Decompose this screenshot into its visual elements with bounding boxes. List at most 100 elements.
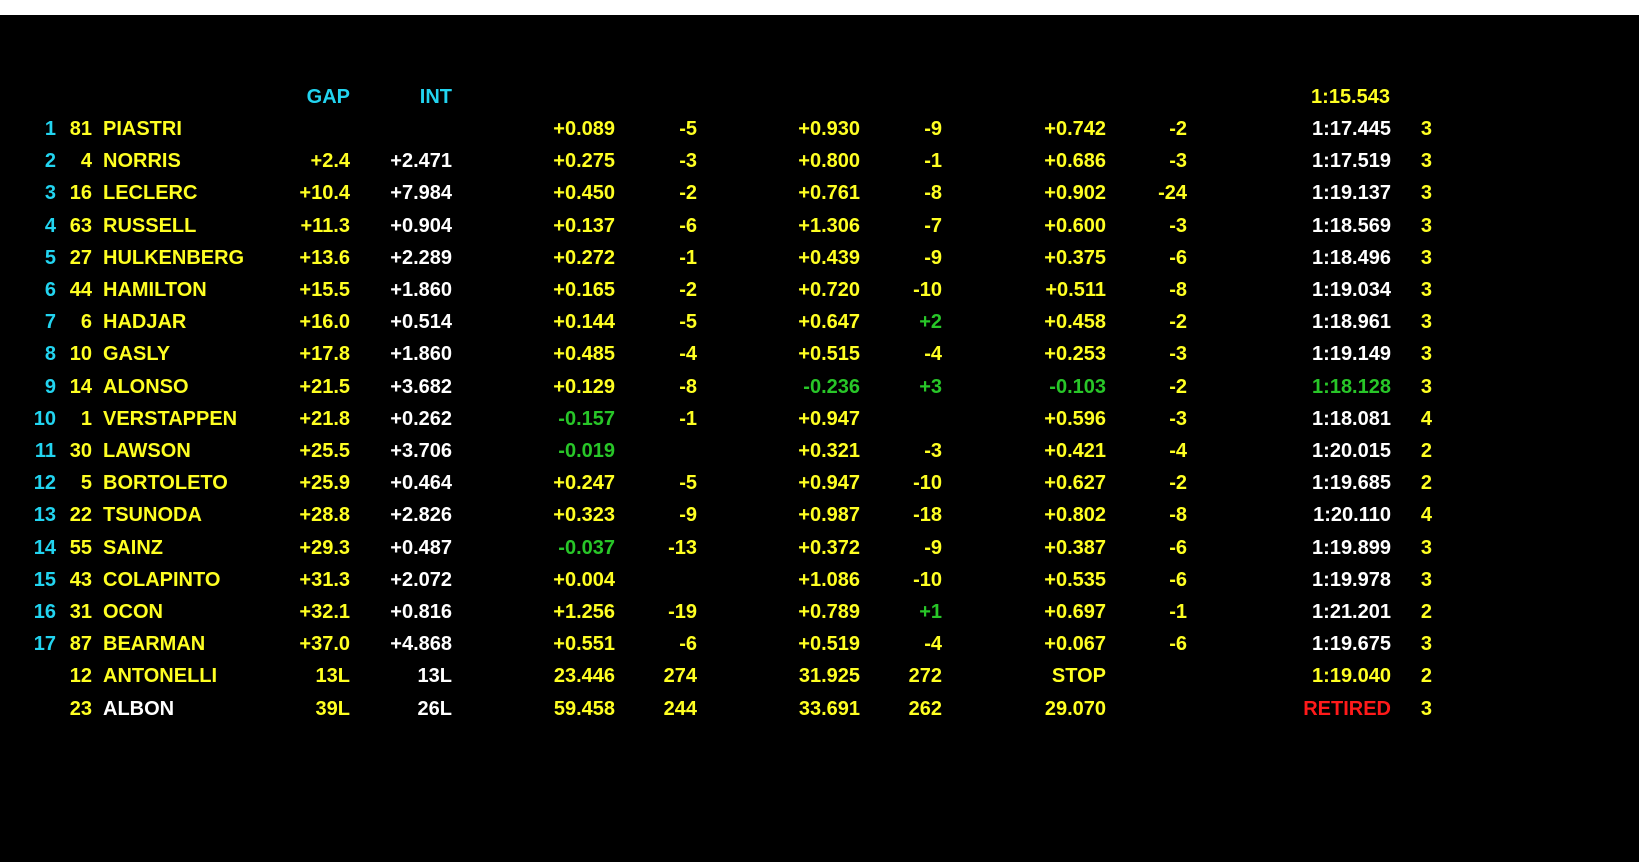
lap-time: 1:19.685 bbox=[1312, 472, 1391, 494]
sector2: +0.647 bbox=[798, 311, 860, 333]
driver-name: HAMILTON bbox=[103, 279, 207, 301]
gap: +17.8 bbox=[299, 343, 350, 365]
sector1-rank: -3 bbox=[679, 150, 697, 172]
sector1-rank: -8 bbox=[679, 376, 697, 398]
lap-time: 1:18.496 bbox=[1312, 247, 1391, 269]
driver-name: LAWSON bbox=[103, 440, 191, 462]
lap-time: 1:19.137 bbox=[1312, 182, 1391, 204]
interval: +0.514 bbox=[390, 311, 452, 333]
sector1: +0.323 bbox=[553, 504, 615, 526]
car-number: 27 bbox=[69, 247, 92, 269]
interval: 26L bbox=[417, 698, 452, 720]
pit-stops: 3 bbox=[1420, 182, 1432, 204]
car-number: 14 bbox=[69, 376, 92, 398]
sector1-rank: 274 bbox=[663, 665, 697, 687]
position: 3 bbox=[44, 182, 56, 204]
sector3: +0.697 bbox=[1044, 601, 1106, 623]
header-gap: GAP bbox=[306, 86, 350, 108]
sector2: +0.947 bbox=[798, 472, 860, 494]
sector1-rank: -2 bbox=[679, 182, 697, 204]
sector3: +0.627 bbox=[1044, 472, 1106, 494]
timing-board: GAP INT 1:15.543 1 81 PIASTRI +0.089 -5 +0.93… bbox=[0, 15, 1639, 862]
sector2: -0.236 bbox=[803, 376, 860, 398]
sector1-rank: -5 bbox=[679, 118, 697, 140]
driver-name: SAINZ bbox=[103, 537, 163, 559]
sector2-rank: -9 bbox=[924, 537, 942, 559]
car-number: 31 bbox=[69, 601, 92, 623]
sector1: +0.089 bbox=[553, 118, 615, 140]
pit-stops: 2 bbox=[1420, 665, 1432, 687]
sector1: +0.137 bbox=[553, 215, 615, 237]
sector1-rank: 244 bbox=[663, 698, 697, 720]
position: 4 bbox=[44, 215, 56, 237]
sector1: +0.275 bbox=[553, 150, 615, 172]
sector2-rank: -7 bbox=[924, 215, 942, 237]
sector3-rank: -2 bbox=[1169, 311, 1187, 333]
driver-name: HADJAR bbox=[103, 311, 187, 333]
pit-stops: 4 bbox=[1420, 504, 1432, 526]
sector2-rank: 272 bbox=[908, 665, 942, 687]
sector3-rank: -8 bbox=[1169, 504, 1187, 526]
pit-stops: 3 bbox=[1420, 215, 1432, 237]
lap-time: RETIRED bbox=[1303, 698, 1391, 720]
sector2-rank: -8 bbox=[924, 182, 942, 204]
position: 17 bbox=[33, 633, 56, 655]
gap: +13.6 bbox=[299, 247, 350, 269]
car-number: 22 bbox=[69, 504, 92, 526]
lap-time: 1:20.015 bbox=[1312, 440, 1391, 462]
car-number: 81 bbox=[69, 118, 92, 140]
sector3: +0.387 bbox=[1044, 537, 1106, 559]
sector2-rank: -9 bbox=[924, 247, 942, 269]
sector2-rank: -4 bbox=[924, 343, 942, 365]
sector1: -0.037 bbox=[558, 537, 615, 559]
sector1: +0.247 bbox=[553, 472, 615, 494]
car-number: 30 bbox=[69, 440, 92, 462]
gap: +21.8 bbox=[299, 408, 350, 430]
gap: +10.4 bbox=[299, 182, 350, 204]
lap-time: 1:21.201 bbox=[1312, 601, 1391, 623]
lap-time: 1:19.040 bbox=[1312, 665, 1391, 687]
sector3-rank: -2 bbox=[1169, 118, 1187, 140]
sector2: +0.439 bbox=[798, 247, 860, 269]
sector1-rank: -4 bbox=[679, 343, 697, 365]
sector2: +0.789 bbox=[798, 601, 860, 623]
position: 1 bbox=[44, 118, 56, 140]
pit-stops: 3 bbox=[1420, 150, 1432, 172]
pit-stops: 3 bbox=[1420, 343, 1432, 365]
sector2: +0.321 bbox=[798, 440, 860, 462]
pit-stops: 3 bbox=[1420, 698, 1432, 720]
car-number: 55 bbox=[69, 537, 92, 559]
sector1-rank: -6 bbox=[679, 215, 697, 237]
sector1: 23.446 bbox=[553, 665, 615, 687]
driver-name: VERSTAPPEN bbox=[103, 408, 238, 430]
driver-name: ALONSO bbox=[103, 376, 189, 398]
header-best-time: 1:15.543 bbox=[1311, 86, 1390, 108]
driver-name: BORTOLETO bbox=[103, 472, 228, 494]
lap-time: 1:18.569 bbox=[1312, 215, 1391, 237]
driver-name: ALBON bbox=[103, 698, 175, 720]
sector3: -0.103 bbox=[1049, 376, 1106, 398]
sector3: +0.067 bbox=[1044, 633, 1106, 655]
position: 14 bbox=[33, 537, 56, 559]
position: 10 bbox=[33, 408, 56, 430]
sector1: +0.551 bbox=[553, 633, 615, 655]
sector3: +0.802 bbox=[1044, 504, 1106, 526]
sector3-rank: -24 bbox=[1158, 182, 1187, 204]
interval: +1.860 bbox=[390, 279, 452, 301]
driver-name: NORRIS bbox=[103, 150, 181, 172]
sector3-rank: -3 bbox=[1169, 150, 1187, 172]
lap-time: 1:18.961 bbox=[1312, 311, 1391, 333]
sector2: +0.947 bbox=[798, 408, 860, 430]
sector2: +0.515 bbox=[798, 343, 860, 365]
car-number: 63 bbox=[69, 215, 92, 237]
lap-time: 1:20.110 bbox=[1313, 504, 1391, 526]
driver-name: RUSSELL bbox=[103, 215, 197, 237]
sector2: +0.372 bbox=[798, 537, 860, 559]
sector3-rank: -4 bbox=[1169, 440, 1187, 462]
sector1-rank: -1 bbox=[679, 408, 697, 430]
interval: +2.471 bbox=[390, 150, 452, 172]
car-number: 44 bbox=[69, 279, 92, 301]
driver-name: LECLERC bbox=[103, 182, 198, 204]
position: 13 bbox=[33, 504, 56, 526]
car-number: 12 bbox=[69, 665, 92, 687]
